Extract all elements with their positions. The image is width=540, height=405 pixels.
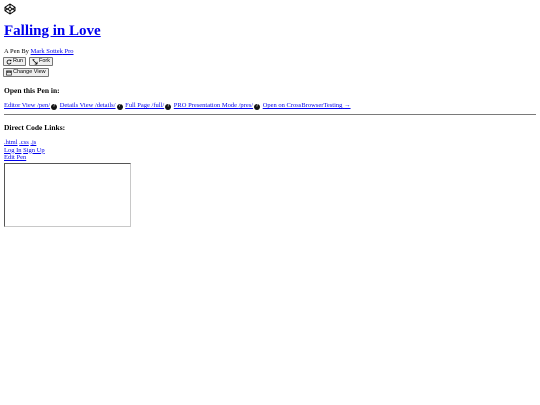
question-circle-icon[interactable]: ?: [165, 104, 172, 110]
change-view-button[interactable]: Change View: [3, 68, 49, 77]
auth-links: Log In Sign Up: [4, 147, 45, 155]
pen-preview-iframe[interactable]: [4, 163, 131, 227]
run-button[interactable]: Run: [3, 57, 27, 66]
page-title: Falling in Love: [4, 22, 101, 40]
author-link[interactable]: Mark Sottek Pro: [31, 48, 74, 55]
fork-icon: [32, 58, 38, 64]
presentation-mode-path: /pres/: [238, 102, 254, 109]
crossbrowsertesting-label: Open on CrossBrowserTesting: [262, 102, 343, 109]
change-view-label: Change View: [13, 69, 46, 75]
edit-pen-link[interactable]: Edit Pen: [4, 154, 26, 161]
refresh-icon: [6, 59, 12, 64]
fork-label: Fork: [39, 58, 50, 64]
code-links: .html .css .js Log In Sign Up Edit Pen: [4, 139, 45, 162]
divider: [4, 114, 536, 115]
full-page-label: Full Page: [125, 102, 150, 109]
full-page-path: /full/: [151, 102, 165, 109]
editor-view-label: Editor View: [4, 102, 36, 109]
js-link[interactable]: .js: [30, 139, 36, 146]
html-link[interactable]: .html: [4, 139, 18, 146]
editor-view-link[interactable]: Editor View /pen/: [4, 102, 50, 109]
question-circle-icon[interactable]: ?: [254, 104, 261, 110]
codepen-logo-icon[interactable]: [4, 3, 16, 15]
arrow-right-icon: →: [344, 102, 351, 109]
details-view-label: Details View: [59, 102, 94, 109]
question-circle-icon[interactable]: ?: [51, 104, 58, 110]
crossbrowsertesting-link[interactable]: Open on CrossBrowserTesting →: [263, 102, 351, 109]
page: Falling in Love A Pen By Mark Sottek Pro…: [0, 0, 540, 405]
code-file-links: .html .css .js: [4, 139, 45, 147]
code-links-heading: Direct Code Links:: [4, 123, 66, 132]
presentation-mode-link[interactable]: PRO Presentation Mode /pres/: [174, 102, 253, 109]
byline-prefix: A Pen By: [4, 48, 29, 55]
editor-view-path: /pen/: [37, 102, 51, 109]
edit-links: Edit Pen: [4, 154, 45, 162]
css-link[interactable]: .css: [19, 139, 29, 146]
open-pen-heading: Open this Pen in:: [4, 86, 60, 95]
details-view-link[interactable]: Details View /details/: [60, 102, 116, 109]
byline: A Pen By Mark Sottek Pro: [4, 48, 74, 56]
run-label: Run: [13, 58, 24, 64]
author-name: Mark Sottek: [30, 48, 63, 55]
pro-badge: Pro: [64, 48, 74, 55]
view-links: Editor View /pen/? Details View /details…: [4, 102, 351, 110]
full-page-link[interactable]: Full Page /full/: [125, 102, 164, 109]
details-view-path: /details/: [94, 102, 116, 109]
login-link[interactable]: Log In: [4, 147, 22, 154]
signup-link[interactable]: Sign Up: [23, 147, 45, 154]
presentation-mode-label: PRO Presentation Mode: [173, 102, 237, 109]
fork-button[interactable]: Fork: [29, 57, 53, 66]
question-circle-icon[interactable]: ?: [116, 104, 123, 110]
pen-title-link[interactable]: Falling in Love: [4, 23, 101, 39]
layout-icon: [6, 70, 12, 75]
